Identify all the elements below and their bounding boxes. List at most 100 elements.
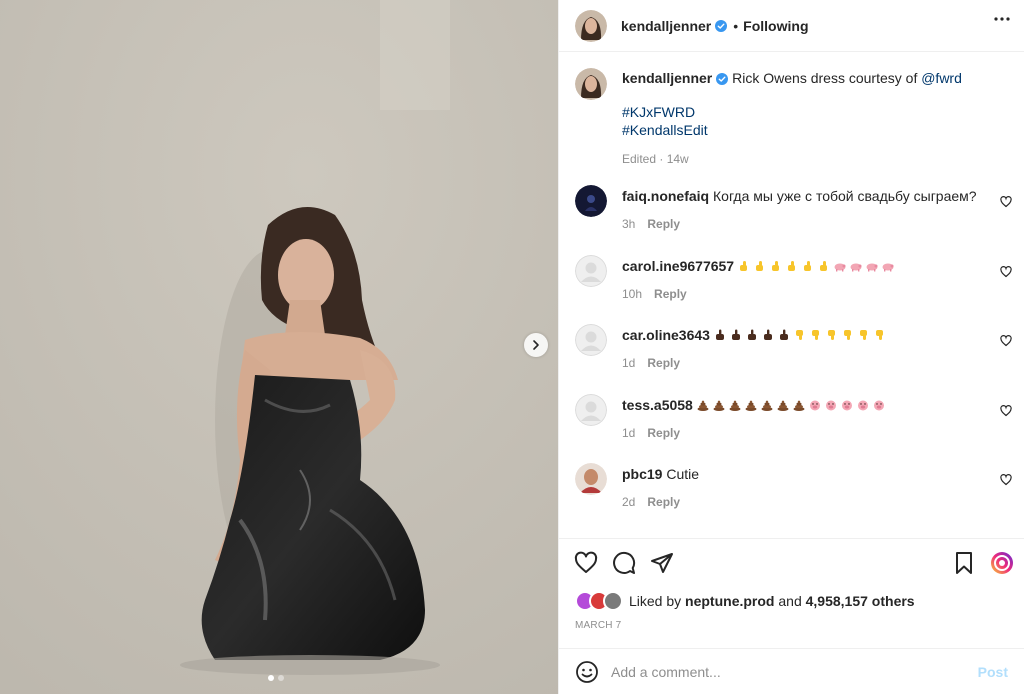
pigface-emoji-icon — [809, 400, 820, 411]
next-photo-button[interactable] — [524, 333, 548, 357]
comment-text: Cutie — [666, 466, 700, 482]
emoji-smiley-icon[interactable] — [575, 660, 599, 684]
likes-summary: Liked by neptune.prod and 4,958,157 othe… — [575, 591, 915, 611]
poop-emoji-icon — [697, 400, 709, 411]
poop-emoji-icon — [713, 400, 725, 411]
liker-avatar — [603, 591, 623, 611]
reels-remix-icon[interactable] — [990, 551, 1014, 575]
poop-emoji-icon — [761, 400, 773, 411]
hashtag-link[interactable]: #KJxFWRD — [622, 104, 695, 120]
like-comment-heart-icon[interactable] — [1000, 335, 1012, 347]
thumb-emoji-icon — [755, 261, 763, 271]
caption-author-avatar-image — [575, 68, 607, 100]
caption-text: Rick Owens dress courtesy of — [732, 70, 918, 86]
more-options-icon[interactable] — [994, 17, 1010, 21]
commenter-avatar[interactable] — [575, 324, 607, 356]
post-date[interactable]: MARCH 7 — [575, 620, 621, 631]
poop-emoji-icon — [793, 400, 805, 411]
photo-image — [0, 0, 558, 694]
commenter-username[interactable]: car.oline3643 — [622, 327, 710, 343]
save-bookmark-icon[interactable] — [952, 551, 976, 575]
reply-button[interactable]: Reply — [654, 287, 687, 301]
finger-emoji-icon — [747, 329, 756, 340]
post-actions — [559, 538, 1024, 589]
pig-emoji-icon — [850, 263, 862, 272]
thumbdown-emoji-icon — [811, 330, 819, 340]
comment-time: 2d — [622, 495, 636, 509]
hashtag-link[interactable]: #KendallsEdit — [622, 122, 708, 138]
reply-button[interactable]: Reply — [647, 495, 680, 509]
header-separator: • — [733, 17, 739, 34]
commenter-username[interactable]: faiq.nonefaiq — [622, 188, 709, 204]
post-comment-button[interactable]: Post — [978, 664, 1008, 680]
add-comment-bar: Post — [559, 648, 1024, 694]
thumb-emoji-icon — [819, 261, 827, 271]
pig-emoji-icon — [882, 263, 894, 272]
commenter-avatar[interactable] — [575, 185, 607, 217]
carousel-dot-active — [268, 675, 274, 681]
like-comment-heart-icon[interactable] — [1000, 405, 1012, 417]
reply-button[interactable]: Reply — [647, 217, 680, 231]
comment-time: 1d — [622, 426, 636, 440]
thumbdown-emoji-icon — [875, 330, 883, 340]
default-avatar-icon — [575, 255, 607, 287]
finger-emoji-icon — [715, 329, 724, 340]
commenter-avatar-image — [575, 463, 607, 495]
pigface-emoji-icon — [825, 400, 836, 411]
comment-emoji-row — [697, 397, 889, 413]
following-button[interactable]: Following — [743, 18, 808, 34]
poop-emoji-icon — [777, 400, 789, 411]
share-paper-plane-icon[interactable] — [650, 551, 674, 575]
thumbdown-emoji-icon — [843, 330, 851, 340]
comment-text: Когда мы уже с тобой свадьбу сыграем? — [713, 188, 977, 204]
comment-emoji-row — [714, 327, 890, 343]
author-avatar[interactable] — [575, 9, 607, 42]
commenter-username[interactable]: pbc19 — [622, 466, 662, 482]
poop-emoji-icon — [745, 400, 757, 411]
finger-emoji-icon — [731, 329, 740, 340]
author-username[interactable]: kendalljenner — [621, 18, 711, 34]
like-comment-heart-icon[interactable] — [1000, 474, 1012, 486]
commenter-avatar[interactable] — [575, 255, 607, 287]
commenter-avatar[interactable] — [575, 463, 607, 495]
comments-list[interactable]: kendalljenner Rick Owens dress courtesy … — [559, 53, 1024, 539]
post-photo[interactable] — [0, 0, 558, 694]
like-heart-icon[interactable] — [574, 551, 598, 575]
commenter-avatar-image — [575, 185, 607, 217]
commenter-avatar[interactable] — [575, 394, 607, 426]
comment-time: 1d — [622, 356, 636, 370]
thumbdown-emoji-icon — [859, 330, 867, 340]
commenter-username[interactable]: carol.ine9677657 — [622, 258, 734, 274]
like-comment-heart-icon[interactable] — [1000, 266, 1012, 278]
pigface-emoji-icon — [857, 400, 868, 411]
post-side-panel: kendalljenner • Following kendalljenner … — [558, 0, 1024, 694]
like-comment-heart-icon[interactable] — [1000, 196, 1012, 208]
thumbdown-emoji-icon — [827, 330, 835, 340]
thumb-emoji-icon — [771, 261, 779, 271]
liked-by-and: and — [778, 593, 802, 609]
liker-avatars[interactable] — [575, 591, 623, 611]
default-avatar-icon — [575, 394, 607, 426]
author-avatar-image — [575, 9, 607, 42]
chevron-right-icon — [533, 340, 539, 350]
poop-emoji-icon — [729, 400, 741, 411]
finger-emoji-icon — [763, 329, 772, 340]
pigface-emoji-icon — [841, 400, 852, 411]
caption-mention-link[interactable]: @fwrd — [921, 70, 962, 86]
liked-by-prefix: Liked by — [629, 593, 682, 609]
verified-badge-icon — [716, 73, 729, 85]
likes-count[interactable]: 4,958,157 others — [806, 593, 915, 609]
thumb-emoji-icon — [803, 261, 811, 271]
caption-author-avatar[interactable] — [575, 68, 607, 100]
finger-emoji-icon — [779, 329, 788, 340]
reply-button[interactable]: Reply — [647, 356, 680, 370]
post-header: kendalljenner • Following — [559, 0, 1024, 52]
pig-emoji-icon — [866, 263, 878, 272]
commenter-username[interactable]: tess.a5058 — [622, 397, 693, 413]
comment-input[interactable] — [611, 663, 978, 680]
caption-author-username[interactable]: kendalljenner — [622, 70, 712, 86]
comment-time: 3h — [622, 217, 636, 231]
reply-button[interactable]: Reply — [647, 426, 680, 440]
comment-bubble-icon[interactable] — [612, 551, 636, 575]
liked-by-user[interactable]: neptune.prod — [685, 593, 774, 609]
